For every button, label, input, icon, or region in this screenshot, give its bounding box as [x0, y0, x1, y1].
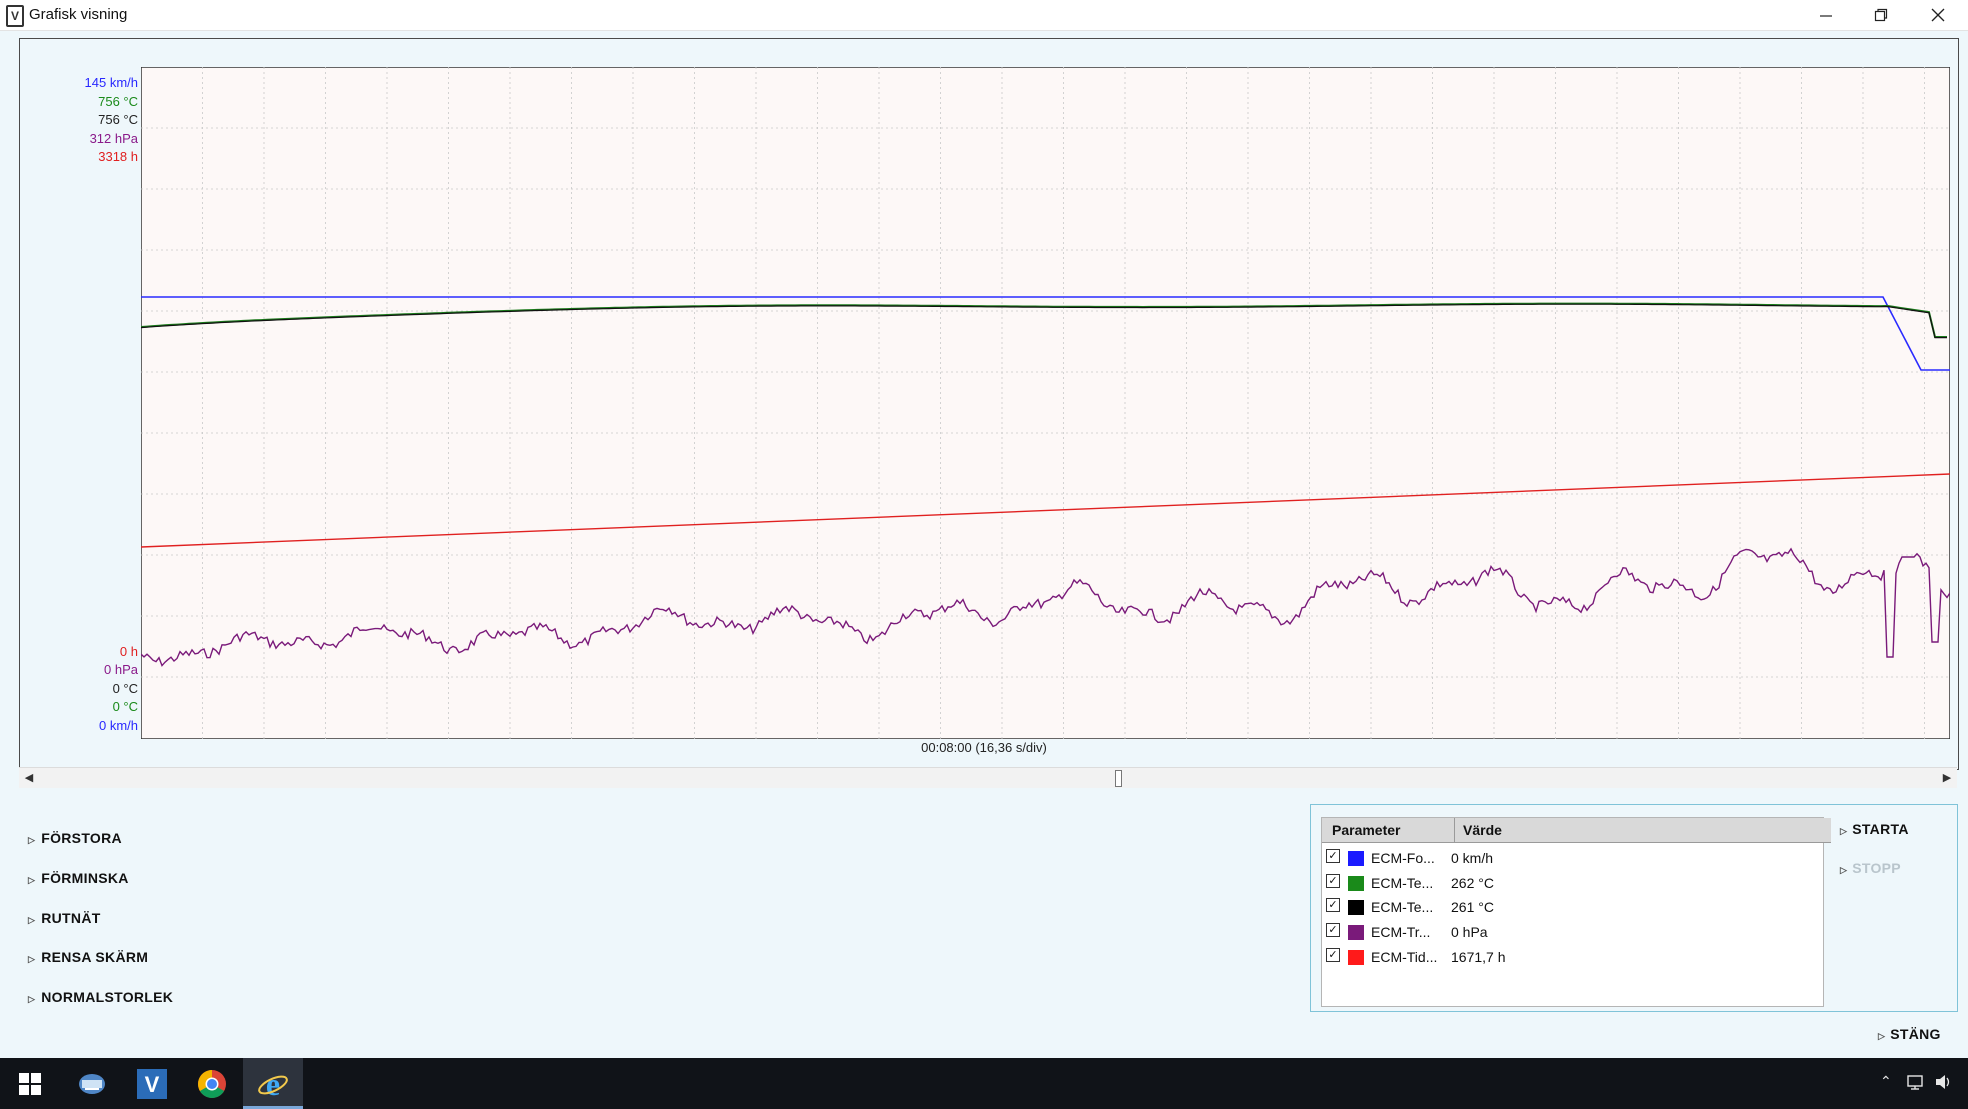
series-checkbox[interactable]: ✓ — [1326, 948, 1340, 962]
color-swatch — [1348, 851, 1364, 866]
series-checkbox[interactable]: ✓ — [1326, 923, 1340, 937]
series-checkbox[interactable]: ✓ — [1326, 898, 1340, 912]
close-label: STÄNG — [1890, 1026, 1941, 1042]
app-logo-icon: V — [6, 5, 24, 27]
scale-bottom-speed: 0 km/h — [98, 718, 138, 733]
scale-top-speed: 145 km/h — [84, 75, 138, 90]
time-axis-label: 00:08:00 (16,36 s/div) — [921, 740, 1047, 755]
parameter-name: ECM-Te... — [1371, 899, 1434, 915]
parameter-value: 262 °C — [1451, 875, 1494, 891]
svg-text:e: e — [266, 1068, 280, 1100]
taskbar: V e ⌃ — [0, 1058, 1968, 1109]
scale-bottom-temp2: 0 °C — [112, 681, 138, 696]
chevron-right-icon: ▷ — [28, 954, 36, 964]
chevron-right-icon: ▷ — [1878, 1031, 1886, 1041]
scale-top-temp2: 756 °C — [98, 112, 138, 127]
start-button[interactable]: ▷ STARTA — [1840, 821, 1909, 837]
scale-top-pressure: 312 hPa — [89, 131, 138, 146]
color-swatch — [1348, 876, 1364, 891]
close-window-button[interactable]: ▷ STÄNG — [1878, 1026, 1941, 1042]
stop-button[interactable]: ▷ STOPP — [1840, 860, 1901, 876]
parameter-name: ECM-Tr... — [1371, 924, 1431, 940]
zoom-in-label: FÖRSTORA — [41, 830, 122, 846]
close-icon — [1931, 8, 1945, 22]
clear-screen-label: RENSA SKÄRM — [41, 949, 149, 965]
graph-scrollbar[interactable]: ◀ ▶ — [19, 767, 1957, 788]
clear-screen-button[interactable]: ▷ RENSA SKÄRM — [28, 949, 148, 965]
zoom-in-button[interactable]: ▷ FÖRSTORA — [28, 830, 122, 846]
scale-top-temp1: 756 °C — [98, 94, 138, 109]
scale-top-hours: 3318 h — [98, 149, 138, 164]
parameter-name: ECM-Tid... — [1371, 949, 1438, 965]
chevron-right-icon: ▷ — [28, 835, 36, 845]
graph-plot — [141, 67, 1950, 739]
table-row: ✓ ECM-Fo... 0 km/h — [1322, 846, 1823, 870]
series-checkbox[interactable]: ✓ — [1326, 849, 1340, 863]
chevron-right-icon: ▷ — [28, 915, 36, 925]
scale-bottom-pressure: 0 hPa — [104, 662, 138, 677]
window-title: Grafisk visning — [29, 6, 128, 23]
table-row: ✓ ECM-Te... 261 °C — [1322, 895, 1823, 919]
svg-text:V: V — [145, 1072, 160, 1097]
color-swatch — [1348, 925, 1364, 940]
normal-size-label: NORMALSTORLEK — [41, 989, 174, 1005]
parameter-table: Parameter Värde ✓ ECM-Fo... 0 km/h ✓ ECM… — [1321, 817, 1831, 1007]
chevron-right-icon: ▷ — [1840, 865, 1848, 875]
series-checkbox[interactable]: ✓ — [1326, 874, 1340, 888]
title-bar: V Grafisk visning — [0, 0, 1968, 31]
scroll-left-icon[interactable]: ◀ — [19, 768, 39, 788]
color-swatch — [1348, 950, 1364, 965]
start-label: STARTA — [1852, 821, 1909, 837]
parameter-value: 0 hPa — [1451, 924, 1488, 940]
internet-explorer-icon[interactable]: e — [253, 1064, 293, 1104]
zoom-out-label: FÖRMINSKA — [41, 870, 129, 886]
chevron-right-icon: ▷ — [28, 875, 36, 885]
column-header-value[interactable]: Värde — [1455, 818, 1831, 843]
parameter-name: ECM-Te... — [1371, 875, 1434, 891]
scale-bottom-hours: 0 h — [119, 644, 138, 659]
chevron-right-icon: ▷ — [28, 994, 36, 1004]
minimize-button[interactable] — [1798, 0, 1854, 30]
table-row: ✓ ECM-Te... 262 °C — [1322, 871, 1823, 895]
column-header-parameter[interactable]: Parameter — [1322, 818, 1455, 843]
parameter-value: 1671,7 h — [1451, 949, 1506, 965]
vida-app-icon[interactable]: V — [132, 1064, 172, 1104]
parameter-value: 261 °C — [1451, 899, 1494, 915]
grid-toggle-button[interactable]: ▷ RUTNÄT — [28, 910, 101, 926]
tray-chevron-up-icon[interactable]: ⌃ — [1880, 1073, 1892, 1090]
windows-start-icon[interactable] — [10, 1064, 50, 1104]
table-row: ✓ ECM-Tr... 0 hPa — [1322, 920, 1823, 944]
restore-icon — [1874, 8, 1888, 22]
parameter-value: 0 km/h — [1451, 850, 1494, 866]
parameter-name: ECM-Fo... — [1371, 850, 1435, 866]
tray-network-icon[interactable] — [1906, 1073, 1926, 1094]
scale-bottom-temp1: 0 °C — [112, 699, 138, 714]
zoom-out-button[interactable]: ▷ FÖRMINSKA — [28, 870, 129, 886]
stop-label: STOPP — [1852, 860, 1901, 876]
chevron-right-icon: ▷ — [1840, 826, 1848, 836]
normal-size-button[interactable]: ▷ NORMALSTORLEK — [28, 989, 173, 1005]
scroll-thumb[interactable] — [1115, 770, 1122, 787]
scroll-right-icon[interactable]: ▶ — [1937, 768, 1957, 788]
network-icon[interactable] — [72, 1064, 112, 1104]
grid-toggle-label: RUTNÄT — [41, 910, 101, 926]
close-button[interactable] — [1910, 0, 1966, 30]
tray-volume-icon[interactable] — [1934, 1073, 1954, 1094]
chrome-icon[interactable] — [192, 1064, 232, 1104]
minimize-icon — [1820, 15, 1832, 17]
restore-button[interactable] — [1853, 0, 1909, 30]
table-row: ✓ ECM-Tid... 1671,7 h — [1322, 945, 1823, 969]
color-swatch — [1348, 900, 1364, 915]
